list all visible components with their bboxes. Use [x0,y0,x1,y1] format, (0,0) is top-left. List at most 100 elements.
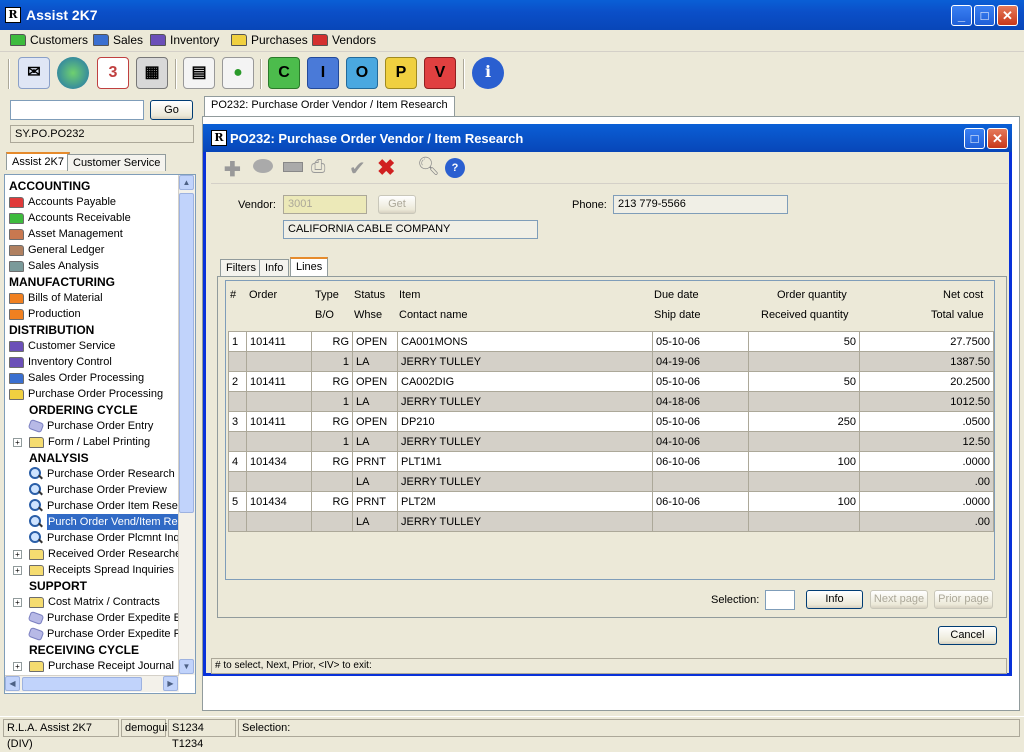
print-icon[interactable]: ⎙ [311,156,325,177]
tree-item[interactable]: + Form / Label Printing [13,434,150,450]
close-button[interactable]: ✕ [997,5,1018,26]
globe-icon[interactable] [57,57,89,89]
tree-item[interactable]: Purchase Order Research [29,466,175,482]
scroll-down-button[interactable]: ▼ [179,659,194,674]
maximize-button[interactable]: □ [974,5,995,26]
table-row[interactable]: LA JERRY TULLEY .00 [228,511,994,532]
tree-item-label: DISTRIBUTION [9,323,95,337]
dialog-close-button[interactable]: ✕ [987,128,1008,149]
c-icon[interactable]: C [268,57,300,89]
next-page-button[interactable]: Next page [870,590,928,609]
expand-icon[interactable]: + [13,661,22,671]
tree-item[interactable]: Asset Management [9,226,123,242]
table-row[interactable]: 5 101434 RG PRNT PLT2M 06-10-06 100.0000 [228,491,994,512]
tree-item[interactable]: General Ledger [9,242,104,258]
tab-lines[interactable]: Lines [290,257,329,277]
selection-input[interactable] [765,590,795,610]
tree-item[interactable]: Purchase Order Expedite E [27,610,179,626]
tree-item[interactable]: Purch Order Vend/Item Res [29,514,179,530]
menu-vendors[interactable]: Vendors [312,33,376,47]
info-button[interactable]: Info [806,590,863,609]
p-icon[interactable]: P [385,57,417,89]
table-cell [748,511,860,532]
tree-item[interactable]: Purchase Order Plcmnt Inq [29,530,179,546]
scroll-thumb[interactable] [179,193,194,513]
table-cell: 05-10-06 [652,331,749,352]
menu-customers[interactable]: Customers [10,33,88,47]
add-icon[interactable]: ✚ [224,157,241,182]
tree-item[interactable]: Purchase Order Processing [9,386,163,402]
table-row[interactable]: 1 LA JERRY TULLEY 04-18-06 1012.50 [228,391,994,412]
tree-item: SUPPORT [29,578,87,594]
i-icon[interactable]: I [307,57,339,89]
edit-icon[interactable] [253,159,273,173]
o-icon[interactable]: O [346,57,378,89]
get-button[interactable]: Get [378,195,416,214]
table-row[interactable]: 2 101411 RG OPEN CA002DIG 05-10-06 50 20.2500 [228,371,994,392]
tree-item[interactable]: Purchase Order Preview [29,482,167,498]
tree-item[interactable]: + Purchase Receipt Journal [13,658,174,674]
menu-sales[interactable]: Sales [93,33,143,47]
cancel-x-icon[interactable]: ✖ [377,155,395,181]
app-logo-icon: R [5,7,21,23]
tab-info[interactable]: Info [259,259,290,277]
table-row[interactable]: 4 101434 RG PRNT PLT1M1 06-10-06 100.0000 [228,451,994,472]
dialog-maximize-button[interactable]: □ [964,128,985,149]
expand-icon[interactable]: + [13,437,22,447]
tree-item[interactable]: + Received Order Researche [13,546,179,562]
table-cell [311,511,353,532]
tree-vertical-scrollbar[interactable]: ▲ ▼ [178,175,195,675]
table-cell: PLT2M [397,491,653,512]
tree-item[interactable]: Accounts Receivable [9,210,131,226]
prior-page-button[interactable]: Prior page [934,590,993,609]
tab-filters[interactable]: Filters [220,259,262,277]
scroll-right-button[interactable]: ▶ [163,676,178,691]
tree-item[interactable]: Customer Service [9,338,115,354]
document-icon[interactable]: ▤ [183,57,215,89]
tree-item[interactable]: Bills of Material [9,290,103,306]
tree-horizontal-scrollbar[interactable]: ◀ ▶ [5,675,179,692]
calculator-icon[interactable]: ▦ [136,57,168,89]
table-cell: 1 [228,331,247,352]
minimize-button[interactable]: _ [951,5,972,26]
vendor-field[interactable]: 3001 [283,195,367,214]
table-row[interactable]: 1 101411 RG OPEN CA001MONS 05-10-06 50 27.7500 [228,331,994,352]
check-icon[interactable]: ✔ [349,156,366,181]
scroll-up-button[interactable]: ▲ [179,175,194,190]
report-icon[interactable]: ● [222,57,254,89]
tree-item[interactable]: + Receipts Spread Inquiries [13,562,174,578]
go-button[interactable]: Go [150,100,193,120]
delete-icon[interactable] [283,162,303,172]
help-icon[interactable]: ? [445,158,465,178]
tree-item[interactable]: Production [9,306,81,322]
mail-icon[interactable]: ✉ [18,57,50,89]
menu-inventory[interactable]: Inventory [150,33,219,47]
table-row[interactable]: LA JERRY TULLEY .00 [228,471,994,492]
tree-item[interactable]: Sales Order Processing [9,370,144,386]
tab-customer-service[interactable]: Customer Service [67,154,167,171]
table-row[interactable]: 1 LA JERRY TULLEY 04-19-06 1387.50 [228,351,994,372]
expand-icon[interactable]: + [13,549,22,559]
tab-assist-2k7[interactable]: Assist 2K7 [6,152,70,170]
table-row[interactable]: 3 101411 RG OPEN DP210 05-10-06 250.0500 [228,411,994,432]
menu-purchases[interactable]: Purchases [231,33,308,47]
search-icon[interactable]: 🔍︎ [417,156,440,177]
table-row[interactable]: 1 LA JERRY TULLEY 04-10-06 12.50 [228,431,994,452]
tree-item[interactable]: Purchase Order Item Resea [29,498,179,514]
v-icon[interactable]: V [424,57,456,89]
expand-icon[interactable]: + [13,565,22,575]
expand-icon[interactable]: + [13,597,22,607]
tree-item[interactable]: Inventory Control [9,354,112,370]
tree-item[interactable]: Sales Analysis [9,258,99,274]
info-icon[interactable]: i [472,57,504,89]
tree-item[interactable]: Accounts Payable [9,194,116,210]
tree-item[interactable]: Purchase Order Expedite R [27,626,179,642]
tab-po232[interactable]: PO232: Purchase Order Vendor / Item Rese… [204,96,455,116]
hscroll-thumb[interactable] [22,677,142,691]
scroll-left-button[interactable]: ◀ [5,676,20,691]
search-input[interactable] [10,100,144,120]
tree-item[interactable]: + Cost Matrix / Contracts [13,594,160,610]
calendar-icon[interactable]: 3 [97,57,129,89]
tree-item[interactable]: Purchase Order Entry [27,418,153,434]
cancel-button[interactable]: Cancel [938,626,997,645]
